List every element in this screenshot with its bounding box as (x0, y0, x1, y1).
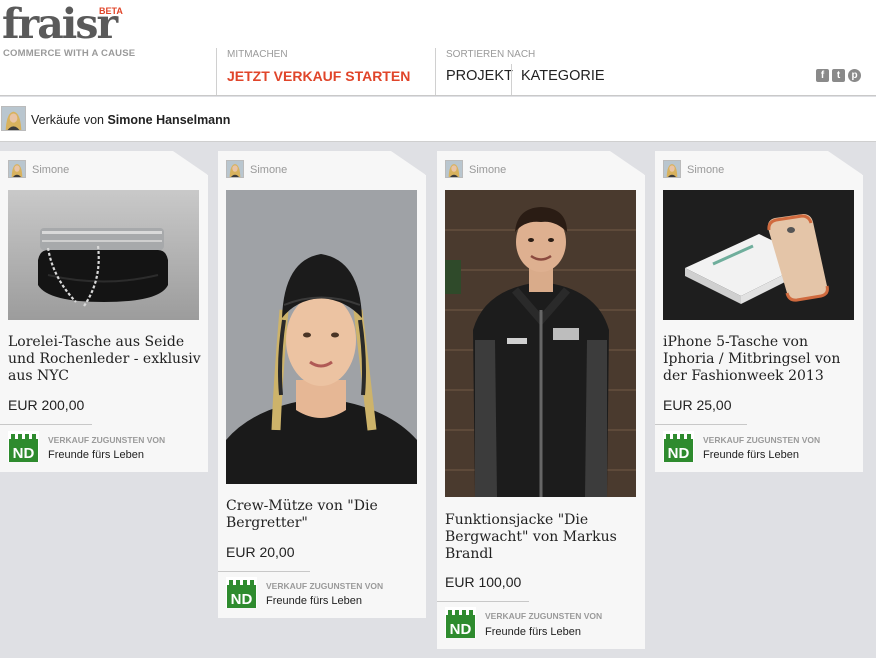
product-title[interactable]: Funktionsjacke "Die Bergwacht" von Marku… (445, 512, 641, 563)
beta-badge: BETA (99, 6, 123, 16)
product-price: EUR 100,00 (445, 574, 522, 590)
user-avatar[interactable] (8, 160, 26, 178)
facebook-icon[interactable]: f (816, 69, 829, 82)
charity-logo-icon[interactable]: ND (445, 607, 476, 638)
product-price: EUR 20,00 (226, 544, 295, 560)
charity-name[interactable]: Freunde fürs Leben (48, 449, 144, 461)
product-title[interactable]: Lorelei-Tasche aus Seide und Rochenleder… (8, 334, 204, 385)
sort-by-category-link[interactable]: KATEGORIE (521, 68, 605, 84)
nav-sort: SORTIEREN NACH PROJEKT KATEGORIE (435, 48, 615, 95)
logo-tagline: COMMERCE WITH A CAUSE (3, 48, 136, 59)
product-title[interactable]: Crew-Mütze von "Die Bergretter" (226, 498, 422, 532)
card-username[interactable]: Simone (687, 164, 724, 176)
svg-text:ND: ND (231, 591, 253, 608)
card-divider (0, 424, 92, 425)
charity-name[interactable]: Freunde fürs Leben (703, 449, 799, 461)
product-image[interactable] (226, 190, 417, 484)
nav-sort-label: SORTIEREN NACH (446, 49, 536, 60)
charity-label: VERKAUF ZUGUNSTEN VON (266, 581, 384, 591)
start-selling-link[interactable]: JETZT VERKAUF STARTEN (227, 68, 410, 84)
card-username[interactable]: Simone (469, 164, 506, 176)
product-image[interactable] (445, 190, 636, 497)
charity-label: VERKAUF ZUGUNSTEN VON (485, 611, 603, 621)
product-price: EUR 200,00 (8, 397, 85, 413)
nav-mitmachen-label: MITMACHEN (227, 49, 288, 60)
charity-label: VERKAUF ZUGUNSTEN VON (703, 435, 821, 445)
card-username[interactable]: Simone (32, 164, 69, 176)
seller-bar: Verkäufe von Simone Hanselmann (0, 97, 876, 142)
product-title[interactable]: iPhone 5-Tasche von Iphoria / Mitbringse… (663, 334, 859, 385)
card-divider (218, 571, 310, 572)
product-image[interactable] (663, 190, 854, 320)
product-price: EUR 25,00 (663, 397, 732, 413)
card-divider (655, 424, 747, 425)
card-divider (437, 601, 529, 602)
user-avatar[interactable] (226, 160, 244, 178)
svg-text:ND: ND (450, 621, 472, 638)
charity-logo-icon[interactable]: ND (226, 577, 257, 608)
social-links: f t p (816, 69, 861, 82)
svg-text:ND: ND (668, 445, 690, 462)
seller-avatar[interactable] (1, 106, 26, 131)
user-avatar[interactable] (445, 160, 463, 178)
sort-by-project-link[interactable]: PROJEKT (446, 68, 513, 84)
product-card[interactable]: Simone Crew-Mütze von "Die Bergretter" E… (218, 151, 426, 618)
product-card[interactable]: Simone iPhone 5-Tasche von Iphoria / Mit… (655, 151, 863, 472)
fraisr-logo[interactable]: fraisr BETA COMMERCE WITH A CAUSE (2, 2, 136, 62)
charity-name[interactable]: Freunde fürs Leben (485, 626, 581, 638)
product-card[interactable]: Simone Funktionsjacke "Die Bergwacht" vo… (437, 151, 645, 649)
pinterest-icon[interactable]: p (848, 69, 861, 82)
user-avatar[interactable] (663, 160, 681, 178)
nav-divider (511, 64, 512, 95)
charity-name[interactable]: Freunde fürs Leben (266, 595, 362, 607)
site-header: fraisr BETA COMMERCE WITH A CAUSE MITMAC… (0, 0, 876, 96)
card-username[interactable]: Simone (250, 164, 287, 176)
charity-label: VERKAUF ZUGUNSTEN VON (48, 435, 166, 445)
product-image[interactable] (8, 190, 199, 320)
twitter-icon[interactable]: t (832, 69, 845, 82)
product-card[interactable]: Simone Lorelei-Tasche aus Seide und Roch… (0, 151, 208, 472)
svg-text:ND: ND (13, 445, 35, 462)
seller-heading: Verkäufe von Simone Hanselmann (31, 113, 230, 127)
charity-logo-icon[interactable]: ND (663, 431, 694, 462)
nav-mitmachen: MITMACHEN JETZT VERKAUF STARTEN (216, 48, 436, 95)
seller-prefix: Verkäufe von (31, 113, 104, 127)
seller-name[interactable]: Simone Hanselmann (107, 113, 230, 127)
charity-logo-icon[interactable]: ND (8, 431, 39, 462)
